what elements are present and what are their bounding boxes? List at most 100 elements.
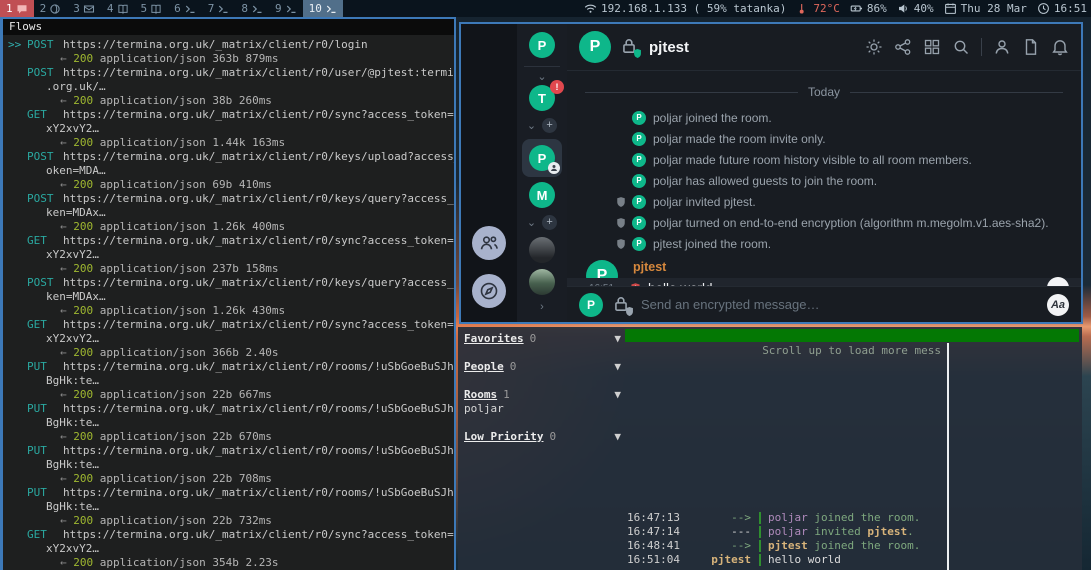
- workspace-5[interactable]: 5: [135, 0, 169, 17]
- encryption-lock-icon: [620, 37, 640, 57]
- scroll-notice: Scroll up to load more mess: [625, 344, 941, 358]
- message-prefix: -->: [693, 539, 751, 553]
- user-avatar[interactable]: P: [579, 293, 603, 317]
- message-part: joined the room.: [808, 539, 921, 553]
- timeline-event[interactable]: Ppoljar made future room history visible…: [567, 149, 1081, 170]
- chevron-down-icon[interactable]: ⌄: [537, 72, 546, 82]
- flow-url: https://termina.org.uk/_matrix/client/r0…: [63, 108, 454, 121]
- flow-row[interactable]: PUThttps://termina.org.uk/_matrix/client…: [8, 360, 454, 402]
- sender-name[interactable]: pjtest: [567, 260, 1081, 278]
- chevron-right-icon[interactable]: ›: [540, 302, 544, 312]
- message-part: poljar: [768, 511, 808, 525]
- compass-icon: [479, 281, 499, 301]
- timeline-event[interactable]: Ppoljar joined the room.: [567, 107, 1081, 128]
- room-avatar-t[interactable]: T!: [529, 85, 555, 111]
- room-avatar-top[interactable]: P: [529, 32, 555, 58]
- file-icon[interactable]: [1022, 38, 1040, 56]
- flow-url: https://termina.org.uk/_matrix/client/r0…: [63, 486, 454, 499]
- format-button[interactable]: Aa: [1047, 294, 1069, 316]
- room-section-people[interactable]: People0▼: [464, 360, 621, 374]
- flow-request-line: >>POSThttps://termina.org.uk/_matrix/cli…: [8, 38, 454, 52]
- apps-icon[interactable]: [923, 38, 941, 56]
- flows-header: Flows: [3, 19, 454, 35]
- flow-request-line: PUThttps://termina.org.uk/_matrix/client…: [8, 444, 454, 458]
- section-count: 0: [510, 360, 517, 374]
- room-section-rooms[interactable]: Rooms1▼: [464, 388, 621, 402]
- flow-url: https://termina.org.uk/_matrix/client/r0…: [63, 276, 454, 289]
- collapse-arrow-icon[interactable]: ▼: [614, 360, 621, 374]
- message-options-button[interactable]: [1047, 277, 1069, 286]
- terminal-icon: [217, 3, 229, 15]
- room-avatar-m[interactable]: M: [529, 182, 555, 208]
- flow-row[interactable]: GEThttps://termina.org.uk/_matrix/client…: [8, 108, 454, 150]
- room-header: P pjtest: [567, 24, 1081, 71]
- flow-row[interactable]: GEThttps://termina.org.uk/_matrix/client…: [8, 528, 454, 570]
- flow-request-line: GEThttps://termina.org.uk/_matrix/client…: [8, 318, 454, 332]
- message-row[interactable]: 16:51 hello world: [567, 278, 1081, 286]
- collapse-arrow-icon[interactable]: ▼: [614, 388, 621, 402]
- event-avatar: P: [632, 216, 646, 230]
- composer-input[interactable]: Send an encrypted message…: [641, 297, 1038, 312]
- room-section-low-priority[interactable]: Low Priority 0 ▼: [464, 430, 621, 444]
- share-icon[interactable]: [894, 38, 912, 56]
- members-button[interactable]: [472, 226, 506, 260]
- timeline-event[interactable]: Ppoljar made the room invite only.: [567, 128, 1081, 149]
- temperature: 72°C: [813, 2, 840, 15]
- section-name: Low Priority: [464, 430, 543, 444]
- timeline-event[interactable]: Ppoljar invited pjtest.: [567, 191, 1081, 212]
- workspace-7[interactable]: 7: [202, 0, 236, 17]
- collapse-arrow-icon[interactable]: ▼: [614, 430, 621, 444]
- workspace-2[interactable]: 2: [34, 0, 68, 17]
- room-avatar-landscape[interactable]: [529, 269, 555, 295]
- notifications-icon[interactable]: [1051, 38, 1069, 56]
- timeline-event[interactable]: Ppoljar turned on end-to-end encryption …: [567, 212, 1081, 233]
- section-count: 0: [549, 430, 556, 444]
- timeline-event[interactable]: Ppjtest joined the room.: [567, 233, 1081, 254]
- response-arrow-icon: ←: [60, 136, 73, 149]
- room-avatar-pjtest[interactable]: P: [529, 145, 555, 171]
- room-entry[interactable]: poljar: [464, 402, 621, 416]
- workspace-number: 8: [241, 2, 248, 15]
- flow-row[interactable]: POSThttps://termina.org.uk/_matrix/clien…: [8, 150, 454, 192]
- workspace-list: 12345678 910: [0, 0, 343, 17]
- chevron-down-icon[interactable]: ⌄: [527, 121, 536, 131]
- flow-row[interactable]: POSThttps://termina.org.uk/_matrix/clien…: [8, 192, 454, 234]
- flow-row[interactable]: >>POSThttps://termina.org.uk/_matrix/cli…: [8, 38, 454, 66]
- workspace-1[interactable]: 1: [0, 0, 34, 17]
- collapse-arrow-icon[interactable]: ▼: [614, 332, 621, 346]
- room-avatar-tower[interactable]: [529, 237, 555, 263]
- room-section-favorites[interactable]: Favorites0▼: [464, 332, 621, 346]
- chevron-down-icon[interactable]: ⌄: [527, 218, 536, 228]
- flows-list[interactable]: >>POSThttps://termina.org.uk/_matrix/cli…: [3, 35, 454, 570]
- response-status: 200: [73, 514, 93, 527]
- add-room-button[interactable]: +: [542, 118, 557, 133]
- workspace-10[interactable]: 10: [303, 0, 343, 17]
- gomuks-room-list[interactable]: Favorites0▼People0▼Rooms1▼poljarLow Prio…: [458, 327, 625, 570]
- room-avatar[interactable]: P: [579, 31, 611, 63]
- workspace-4[interactable]: 4: [101, 0, 135, 17]
- event-avatar: P: [632, 195, 646, 209]
- flow-row[interactable]: POSThttps://termina.org.uk/_matrix/clien…: [8, 276, 454, 318]
- search-icon[interactable]: [952, 38, 970, 56]
- flow-row[interactable]: PUThttps://termina.org.uk/_matrix/client…: [8, 444, 454, 486]
- selected-room-tile[interactable]: P: [522, 139, 562, 177]
- flow-method: GET: [27, 528, 63, 542]
- workspace-8[interactable]: 8: [235, 0, 269, 17]
- flow-row[interactable]: PUThttps://termina.org.uk/_matrix/client…: [8, 486, 454, 528]
- workspace-9[interactable]: 9: [269, 0, 303, 17]
- response-arrow-icon: ←: [60, 556, 73, 569]
- event-text: poljar invited pjtest.: [653, 195, 756, 209]
- flow-row[interactable]: GEThttps://termina.org.uk/_matrix/client…: [8, 234, 454, 276]
- flow-row[interactable]: GEThttps://termina.org.uk/_matrix/client…: [8, 318, 454, 360]
- workspace-3[interactable]: 3: [67, 0, 101, 17]
- flow-row[interactable]: PUThttps://termina.org.uk/_matrix/client…: [8, 402, 454, 444]
- flow-row[interactable]: POSThttps://termina.org.uk/_matrix/clien…: [8, 66, 454, 108]
- settings-icon[interactable]: [865, 38, 883, 56]
- warning-shield-icon: [615, 238, 630, 250]
- member-icon[interactable]: [993, 38, 1011, 56]
- flow-method: GET: [27, 318, 63, 332]
- workspace-6[interactable]: 6: [168, 0, 202, 17]
- explore-button[interactable]: [472, 274, 506, 308]
- add-room-button[interactable]: +: [542, 215, 557, 230]
- timeline-event[interactable]: Ppoljar has allowed guests to join the r…: [567, 170, 1081, 191]
